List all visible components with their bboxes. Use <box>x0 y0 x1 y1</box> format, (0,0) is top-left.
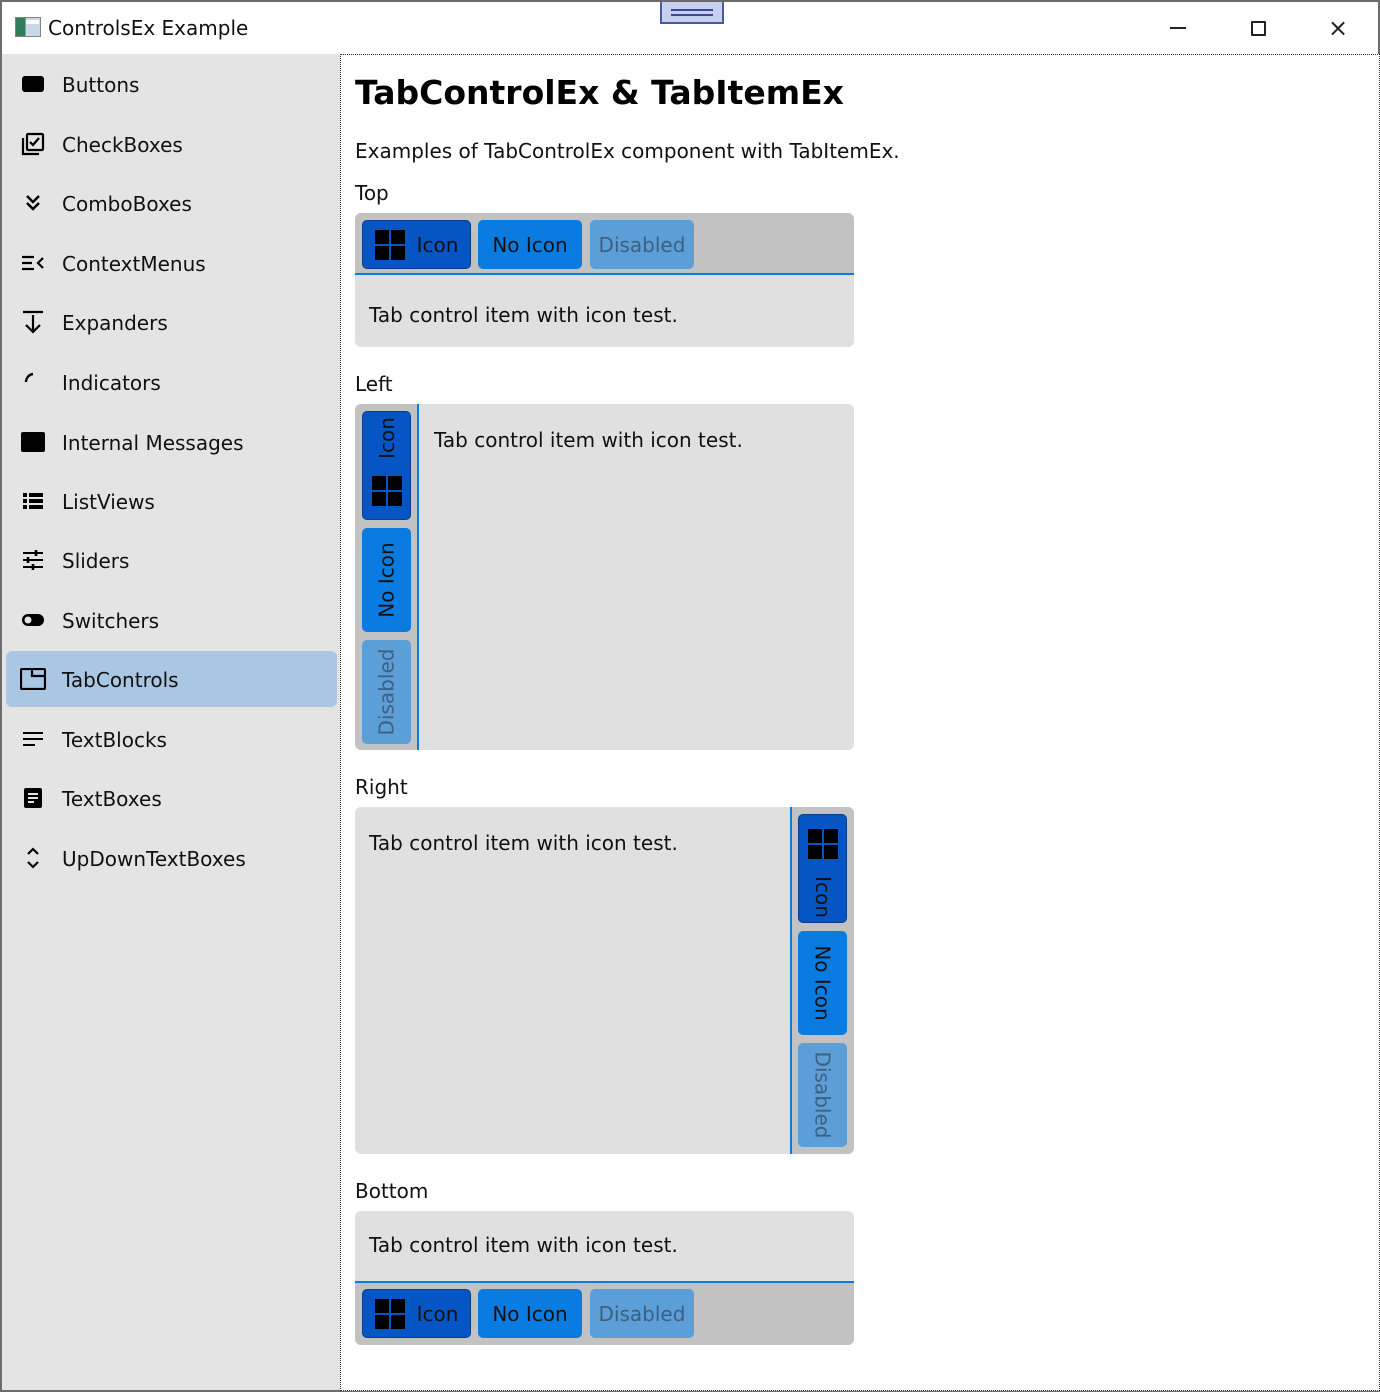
button-icon <box>20 72 46 96</box>
section-label-left: Left <box>355 372 393 396</box>
chevron-double-down-icon <box>20 191 46 215</box>
tab-disabled: Disabled <box>362 640 411 744</box>
tab-no-icon[interactable]: No Icon <box>362 528 411 632</box>
tab-label: No Icon <box>492 232 568 257</box>
windows-logo-icon <box>371 475 402 506</box>
tab-disabled: Disabled <box>590 1289 694 1338</box>
main-content: TabControlEx & TabItemEx Examples of Tab… <box>340 54 1380 1391</box>
tab-label: Icon <box>416 232 459 257</box>
tab-icon-item[interactable]: Icon <box>362 220 471 269</box>
drag-handle-icon[interactable] <box>660 2 724 24</box>
section-label-right: Right <box>355 775 408 799</box>
windows-logo-icon <box>374 1298 405 1329</box>
tab-content-text: Tab control item with icon test. <box>369 831 678 855</box>
context-menu-icon <box>20 251 46 275</box>
title-bar[interactable]: ControlsEx Example × <box>2 2 1378 54</box>
tab-icon <box>20 667 46 691</box>
tab-control-left: Icon No Icon Disabled Tab control item w… <box>355 404 854 750</box>
tab-label: Icon <box>416 1301 459 1326</box>
sidebar-item-expanders[interactable]: Expanders <box>6 294 337 350</box>
tab-no-icon[interactable]: No Icon <box>478 1289 582 1338</box>
tab-content-text: Tab control item with icon test. <box>369 1233 678 1257</box>
tab-label: Icon <box>810 875 835 918</box>
sidebar-item-textblocks[interactable]: TextBlocks <box>6 711 337 767</box>
sidebar-item-label: TabControls <box>62 668 179 692</box>
app-window: ControlsEx Example × Buttons CheckBoxes <box>0 0 1380 1392</box>
tab-label: Disabled <box>810 1051 835 1139</box>
sidebar-item-label: TextBlocks <box>62 728 167 752</box>
tab-content-text: Tab control item with icon test. <box>434 428 743 452</box>
close-button[interactable]: × <box>1298 2 1378 54</box>
sidebar-item-label: ContextMenus <box>62 252 206 276</box>
message-window-icon <box>20 430 46 454</box>
minimize-button[interactable] <box>1138 2 1218 54</box>
sidebar-item-label: Buttons <box>62 73 140 97</box>
sidebar-item-label: Internal Messages <box>62 431 244 455</box>
minimize-icon <box>1170 27 1186 29</box>
windows-logo-icon <box>807 828 838 859</box>
checkbox-icon <box>20 132 46 156</box>
page-title: TabControlEx & TabItemEx <box>355 73 844 112</box>
section-label-bottom: Bottom <box>355 1179 429 1203</box>
tab-disabled: Disabled <box>590 220 694 269</box>
sidebar-item-buttons[interactable]: Buttons <box>6 56 337 112</box>
tab-label: No Icon <box>810 945 835 1021</box>
window-title: ControlsEx Example <box>48 16 249 40</box>
windows-logo-icon <box>374 229 405 260</box>
tab-control-bottom: Tab control item with icon test. Icon No… <box>355 1211 854 1345</box>
toggle-switch-icon <box>20 608 46 632</box>
sidebar-item-label: Switchers <box>62 609 160 633</box>
sidebar-item-tabcontrols[interactable]: TabControls <box>6 651 337 707</box>
text-box-icon <box>20 786 46 810</box>
sidebar-item-comboboxes[interactable]: ComboBoxes <box>6 175 337 231</box>
sidebar-item-label: ComboBoxes <box>62 192 192 216</box>
up-down-arrows-icon <box>20 846 46 870</box>
sidebar-item-label: Indicators <box>62 371 161 395</box>
sidebar-item-label: TextBoxes <box>62 787 162 811</box>
sidebar-item-switchers[interactable]: Switchers <box>6 592 337 648</box>
tab-label: No Icon <box>374 542 399 618</box>
expander-arrow-icon <box>20 310 46 334</box>
sidebar-item-indicators[interactable]: Indicators <box>6 354 337 410</box>
sidebar-item-label: UpDownTextBoxes <box>62 847 246 871</box>
tab-control-top: Icon No Icon Disabled Tab control item w… <box>355 213 854 347</box>
tab-label: Disabled <box>598 232 686 257</box>
tab-icon-item[interactable]: Icon <box>362 1289 471 1338</box>
sidebar-item-listviews[interactable]: ListViews <box>6 473 337 529</box>
tab-no-icon[interactable]: No Icon <box>478 220 582 269</box>
sidebar-item-sliders[interactable]: Sliders <box>6 532 337 588</box>
list-view-icon <box>20 489 46 513</box>
sidebar-item-label: Expanders <box>62 311 168 335</box>
tab-disabled: Disabled <box>798 1043 847 1147</box>
section-label-top: Top <box>355 181 389 205</box>
sidebar-item-label: ListViews <box>62 490 155 514</box>
tab-label: Icon <box>374 416 399 459</box>
page-description: Examples of TabControlEx component with … <box>355 139 900 163</box>
maximize-icon <box>1250 20 1266 36</box>
tab-control-right: Icon No Icon Disabled Tab control item w… <box>355 807 854 1154</box>
maximize-button[interactable] <box>1218 2 1298 54</box>
sidebar: Buttons CheckBoxes ComboBoxes ContextMen… <box>2 54 340 1390</box>
sidebar-item-updowntextboxes[interactable]: UpDownTextBoxes <box>6 830 337 886</box>
sidebar-item-internal-messages[interactable]: Internal Messages <box>6 414 337 470</box>
tab-label: No Icon <box>492 1301 568 1326</box>
tab-content-text: Tab control item with icon test. <box>369 303 678 327</box>
text-lines-icon <box>20 727 46 751</box>
sidebar-item-checkboxes[interactable]: CheckBoxes <box>6 116 337 172</box>
sidebar-item-label: Sliders <box>62 549 130 573</box>
indicator-arc-icon <box>20 370 46 394</box>
tab-icon-item[interactable]: Icon <box>798 814 847 923</box>
tab-icon-item[interactable]: Icon <box>362 411 411 520</box>
tab-label: Disabled <box>374 648 399 736</box>
sidebar-item-label: CheckBoxes <box>62 133 183 157</box>
tab-label: Disabled <box>598 1301 686 1326</box>
app-icon <box>15 17 41 37</box>
sidebar-item-contextmenus[interactable]: ContextMenus <box>6 235 337 291</box>
sidebar-item-textboxes[interactable]: TextBoxes <box>6 770 337 826</box>
tab-no-icon[interactable]: No Icon <box>798 931 847 1035</box>
close-icon: × <box>1327 14 1349 42</box>
sliders-icon <box>20 548 46 572</box>
